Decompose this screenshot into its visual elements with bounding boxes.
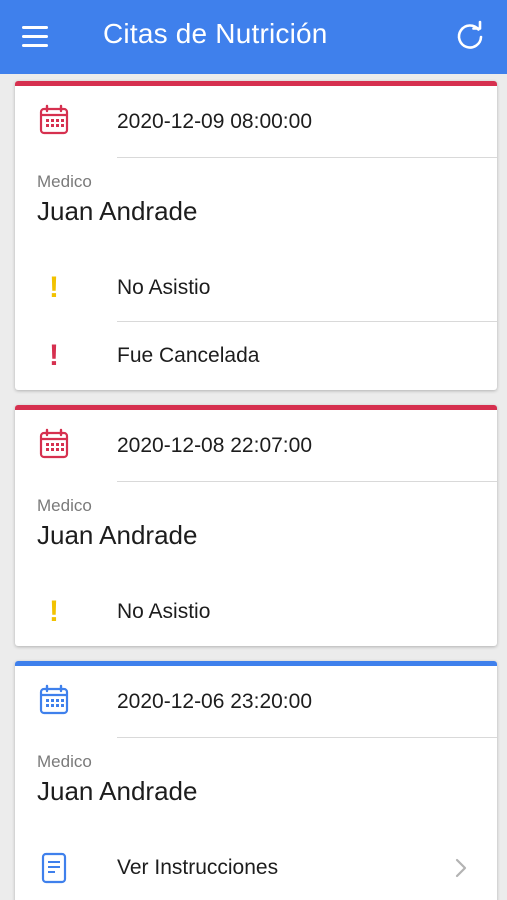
doctor-block: Medico Juan Andrade <box>15 738 497 834</box>
appointment-datetime-row: 2020-12-08 22:07:00 <box>15 410 497 482</box>
appointment-card[interactable]: 2020-12-09 08:00:00 Medico Juan Andrade … <box>15 81 497 390</box>
calendar-icon <box>37 427 71 461</box>
doctor-label: Medico <box>37 172 92 191</box>
status-row: ! Fue Cancelada <box>15 322 497 390</box>
appointment-datetime-row: 2020-12-09 08:00:00 <box>15 86 497 158</box>
app-bar: Citas de Nutrición <box>0 0 507 74</box>
status-text: No Asistio <box>117 276 211 299</box>
doctor-block: Medico Juan Andrade <box>15 158 497 254</box>
doctor-name: Juan Andrade <box>37 520 198 550</box>
doctor-label: Medico <box>37 496 92 515</box>
status-text: Fue Cancelada <box>117 344 260 367</box>
view-instructions-row[interactable]: Ver Instrucciones <box>15 834 497 900</box>
status-row: ! No Asistio <box>15 578 497 646</box>
doctor-label: Medico <box>37 752 92 771</box>
appointment-card[interactable]: 2020-12-08 22:07:00 Medico Juan Andrade … <box>15 405 497 646</box>
doctor-name: Juan Andrade <box>37 196 198 226</box>
view-instructions-label[interactable]: Ver Instrucciones <box>117 834 278 900</box>
status-text: No Asistio <box>117 600 211 623</box>
calendar-icon <box>37 683 71 717</box>
exclamation-icon: ! <box>49 595 59 628</box>
calendar-icon <box>37 103 71 137</box>
page-title: Citas de Nutrición <box>103 18 328 49</box>
status-row: ! No Asistio <box>15 254 497 322</box>
refresh-icon[interactable] <box>453 19 487 53</box>
appointment-card[interactable]: 2020-12-06 23:20:00 Medico Juan Andrade … <box>15 661 497 900</box>
menu-icon[interactable] <box>22 20 58 52</box>
document-icon <box>37 851 71 885</box>
appointment-datetime: 2020-12-08 22:07:00 <box>117 434 312 457</box>
appointment-datetime: 2020-12-09 08:00:00 <box>117 110 312 133</box>
appointment-datetime-row: 2020-12-06 23:20:00 <box>15 666 497 738</box>
appointment-datetime: 2020-12-06 23:20:00 <box>117 690 312 713</box>
chevron-right-icon <box>451 856 471 880</box>
exclamation-icon: ! <box>49 339 59 372</box>
doctor-name: Juan Andrade <box>37 776 198 806</box>
exclamation-icon: ! <box>49 271 59 304</box>
doctor-block: Medico Juan Andrade <box>15 482 497 578</box>
